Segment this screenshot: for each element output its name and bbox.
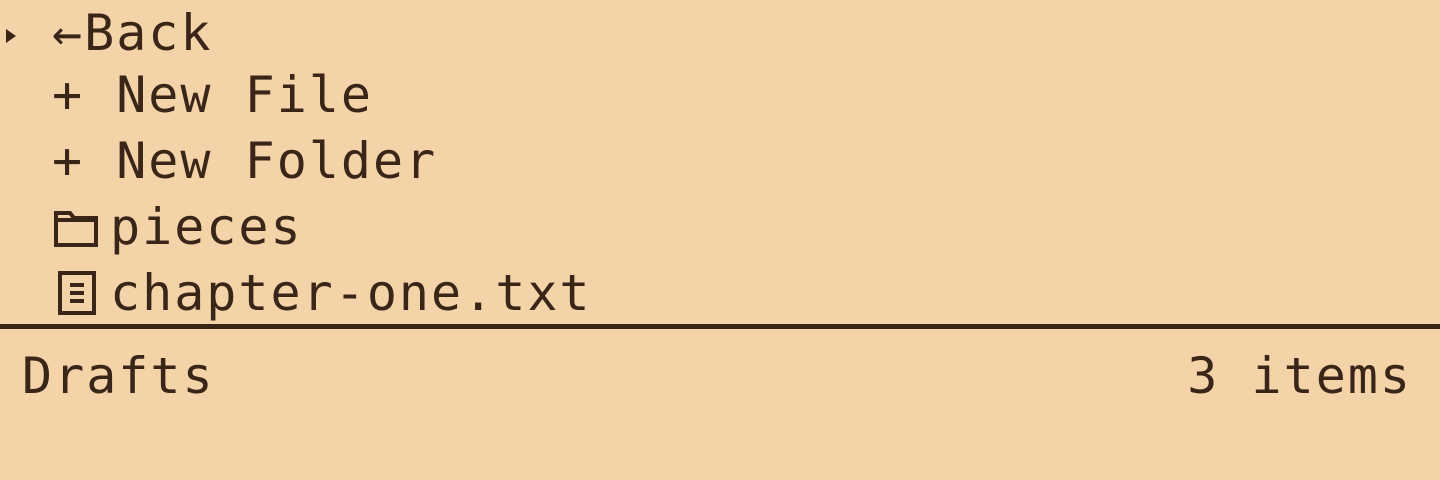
new-folder-item[interactable]: + New Folder <box>0 128 1440 194</box>
new-file-item-label: + New File <box>52 66 374 124</box>
back-item[interactable]: ←Back <box>0 0 1440 66</box>
file-item-label: chapter-one.txt <box>110 264 592 322</box>
file-icon <box>58 260 96 326</box>
new-file-item[interactable]: + New File <box>0 62 1440 128</box>
file-browser: ←Back + New File + New Folder pieces cha… <box>0 0 1440 480</box>
back-item-label: ←Back <box>52 4 213 62</box>
folder-item-pieces[interactable]: pieces <box>0 194 1440 260</box>
folder-item-label: pieces <box>110 198 303 256</box>
status-divider <box>0 324 1440 329</box>
file-list: ←Back + New File + New Folder pieces cha… <box>0 0 1440 324</box>
folder-icon <box>54 194 98 260</box>
item-count: 3 items <box>1187 347 1412 405</box>
new-folder-item-label: + New Folder <box>52 132 438 190</box>
status-bar: Drafts 3 items <box>0 343 1440 409</box>
selection-cursor-icon <box>6 28 18 47</box>
current-folder-name: Drafts <box>22 347 215 405</box>
file-item-chapter-one[interactable]: chapter-one.txt <box>0 260 1440 326</box>
